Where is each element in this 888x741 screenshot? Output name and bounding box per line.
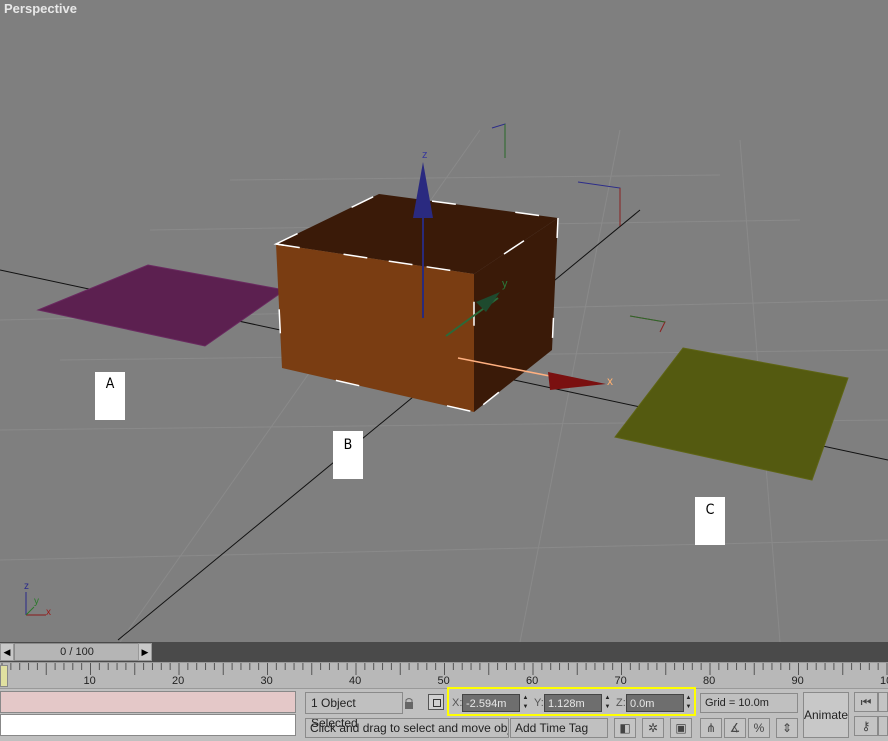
track-tick-label: 40 — [349, 675, 362, 687]
time-prev-button[interactable]: ◀ — [0, 643, 14, 661]
tripod-y-label: y — [34, 596, 39, 607]
percent-snap-icon[interactable]: % — [748, 718, 770, 738]
add-time-tag-button[interactable]: Add Time Tag — [510, 718, 608, 738]
set-key-icon[interactable]: ⚷ — [854, 716, 878, 736]
maxscript-listener-mini[interactable] — [0, 691, 296, 713]
z-spinner-icon[interactable]: ▲ ▼ — [684, 694, 693, 712]
perspective-viewport[interactable]: Perspective z y x z y x A B C — [0, 0, 888, 642]
chevron-left-icon: ◀ — [3, 647, 11, 657]
chevron-right-icon: ▶ — [141, 647, 149, 657]
crossing-mode-icon[interactable]: ▣ — [670, 718, 692, 738]
track-tick-label: 10 — [83, 675, 96, 687]
selection-filter-icon[interactable]: ◧ — [614, 718, 636, 738]
plane-c[interactable] — [614, 347, 849, 481]
plane-a[interactable] — [36, 264, 287, 347]
time-next-button[interactable]: ▶ — [138, 643, 152, 661]
angle-snap-icon[interactable]: ∡ — [724, 718, 746, 738]
prev-frame-icon[interactable] — [878, 692, 888, 712]
track-tick-label: 20 — [172, 675, 185, 687]
snap-3d-icon[interactable]: ⋔ — [700, 718, 722, 738]
maxscript-input-mini[interactable] — [0, 714, 296, 736]
tripod-z-label: z — [24, 581, 29, 592]
gizmo-z-label: z — [422, 149, 428, 161]
track-tick-label: 30 — [260, 675, 273, 687]
gizmo-z-arrow — [413, 162, 433, 218]
x-spinner-icon[interactable]: ▲ ▼ — [521, 694, 530, 712]
y-spinner-icon[interactable]: ▲ ▼ — [603, 694, 612, 712]
time-slider-thumb[interactable]: 0 / 100 — [14, 643, 140, 661]
track-bar-marker[interactable] — [0, 665, 8, 687]
lock-selection-icon[interactable] — [404, 696, 414, 709]
degradation-override-icon[interactable]: ✲ — [642, 718, 664, 738]
label-c: C — [695, 497, 725, 545]
gizmo-x-label: x — [607, 374, 613, 388]
animate-button[interactable]: Animate — [803, 692, 849, 738]
tripod-x-label: x — [46, 607, 51, 618]
track-tick-label: 100 — [880, 675, 888, 687]
track-tick-label: 50 — [437, 675, 450, 687]
selection-count: 1 Object Selected — [305, 692, 403, 730]
viewport-scene — [0, 123, 888, 642]
y-coord-label: Y: — [534, 697, 544, 709]
spinner-snap-icon[interactable]: ⇕ — [776, 718, 798, 738]
label-a: A — [95, 372, 125, 420]
z-coord-field[interactable]: 0.0m — [626, 694, 684, 712]
gizmo-x-arrow — [548, 372, 606, 390]
grid-size-readout: Grid = 10.0m — [700, 693, 798, 713]
viewport-label[interactable]: Perspective — [4, 1, 77, 16]
box-b[interactable] — [273, 193, 561, 413]
track-tick-label: 70 — [614, 675, 627, 687]
absolute-mode-toggle-icon[interactable] — [428, 694, 444, 710]
z-coord-label: Z: — [616, 697, 626, 709]
x-coord-label: X: — [452, 697, 463, 709]
track-tick-label: 90 — [791, 675, 804, 687]
y-coord-field[interactable]: 1.128m — [544, 694, 602, 712]
label-b: B — [333, 431, 363, 479]
x-coord-field[interactable]: -2.594m — [462, 694, 520, 712]
track-tick-label: 60 — [526, 675, 539, 687]
go-to-start-icon[interactable]: ⏮ — [854, 692, 878, 712]
key-filter-icon[interactable] — [878, 716, 888, 736]
track-tick-label: 80 — [703, 675, 716, 687]
prompt-line: Click and drag to select and move object… — [305, 718, 509, 738]
gizmo-y-label: y — [502, 278, 508, 290]
